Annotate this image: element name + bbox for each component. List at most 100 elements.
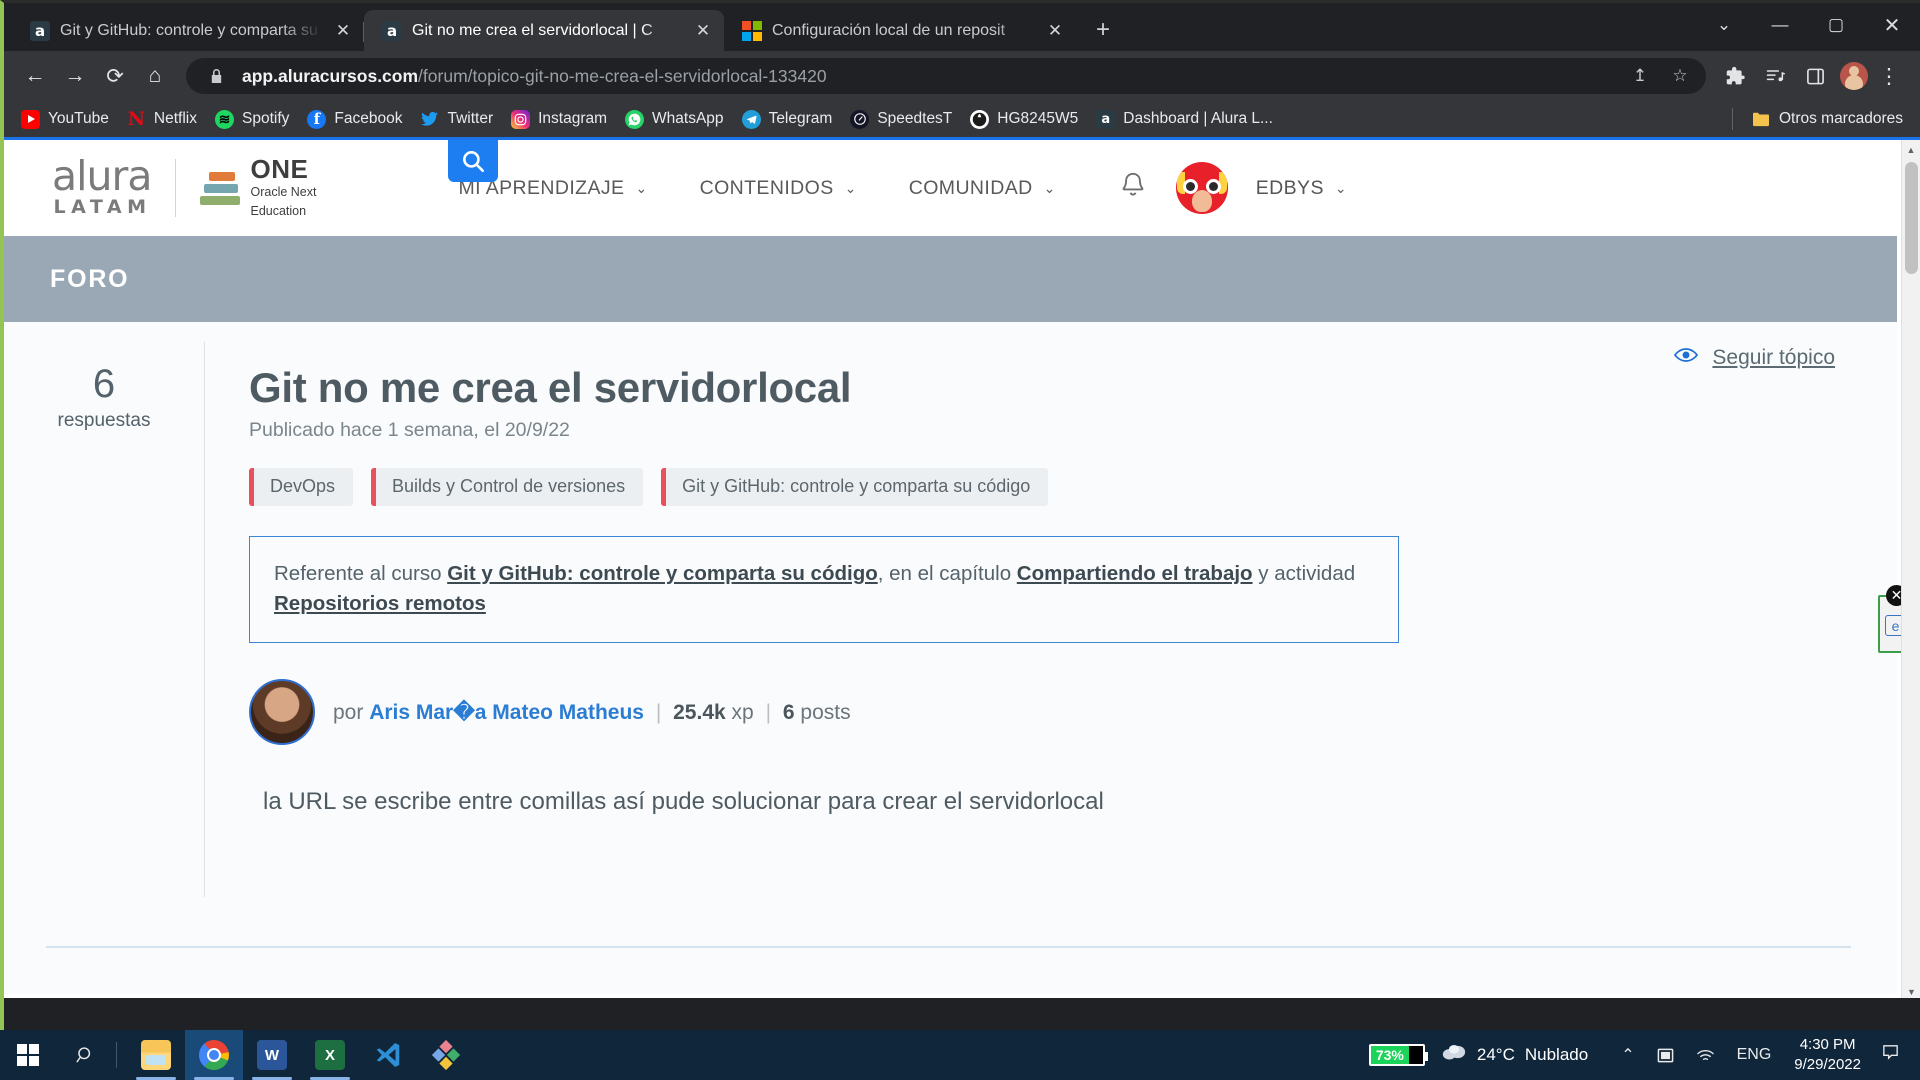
chevron-down-icon: ⌄ [635,179,648,196]
tag-course[interactable]: Git y GitHub: controle y comparta su cód… [661,468,1049,507]
taskbar-app-file-explorer[interactable] [127,1030,185,1080]
clock[interactable]: 4:30 PM 9/29/2022 [1782,1035,1873,1076]
bookmark-netflix[interactable]: N Netflix [118,106,206,133]
excel-icon: X [315,1040,345,1070]
divider [1731,108,1733,130]
language-indicator[interactable]: ENG [1726,1046,1783,1064]
tab-title: Configuración local de un reposit [772,21,1006,39]
nav-comunidad[interactable]: COMUNIDAD ⌄ [909,177,1056,200]
cloud-icon [1441,1042,1467,1068]
scroll-down-arrow[interactable]: ▼ [1902,982,1920,998]
nav-label: COMUNIDAD [908,176,1033,199]
bookmark-router[interactable]: HG8245W5 [961,106,1087,133]
scroll-up-arrow[interactable]: ▲ [1902,140,1920,159]
close-icon[interactable]: ✕ [1044,20,1066,42]
browser-tab-1[interactable]: a Git y GitHub: controle y comparta su c… [12,10,364,51]
other-bookmarks-button[interactable]: Otros marcadores [1743,106,1912,133]
share-icon[interactable]: ↥ [1626,62,1654,90]
follow-topic-label: Seguir tópico [1712,346,1835,369]
start-button[interactable] [0,1044,56,1066]
bookmark-label: Dashboard | Alura L... [1123,110,1273,127]
system-tray: 73% 24°C Nublado ⌃ ENG 4:30 PM 9/29/2022 [1368,1035,1920,1076]
side-panel-icon[interactable] [1796,57,1834,95]
word-icon: W [257,1040,287,1070]
bookmark-youtube[interactable]: YouTube [12,106,118,133]
author-prefix: por [333,700,364,724]
bookmark-label: SpeedtesT [877,110,953,127]
chevron-down-icon: ⌄ [844,179,857,196]
reload-icon[interactable]: ⟳ [96,57,134,95]
reference-course-link[interactable]: Git y GitHub: controle y comparta su cód… [447,562,878,585]
chevron-down-icon[interactable]: ⌄ [1696,3,1752,47]
topic-date: Publicado hace 1 semana, el 20/9/22 [249,419,570,442]
forward-icon[interactable]: → [56,57,94,95]
one-line2: Education [250,204,307,218]
show-hidden-icons-chevron[interactable]: ⌃ [1610,1045,1645,1065]
bookmark-label: Telegram [768,110,833,127]
author-name-link[interactable]: Aris Mar�a Mateo Matheus [369,701,644,724]
taskbar-search-button[interactable] [56,1045,114,1066]
bookmark-twitter[interactable]: Twitter [411,106,502,133]
close-window-button[interactable]: ✕ [1864,3,1920,47]
browser-tab-2[interactable]: a Git no me crea el servidorlocal | C ✕ [364,10,724,51]
netflix-icon: N [127,108,146,130]
browser-menu-icon[interactable]: ⋮ [1870,57,1908,95]
bookmark-facebook[interactable]: f Facebook [298,106,411,133]
close-icon[interactable]: ✕ [692,20,714,42]
home-icon[interactable]: ⌂ [136,57,174,95]
extensions-icon[interactable] [1716,57,1754,95]
bookmark-label: WhatsApp [652,110,724,127]
bookmark-speedtest[interactable]: SpeedtesT [841,106,961,133]
browser-tab-3[interactable]: Configuración local de un reposit ✕ [724,10,1076,51]
avatar[interactable] [249,679,315,746]
chevron-down-icon: ⌄ [1334,179,1347,196]
vertical-scrollbar[interactable]: ▲ ▼ [1901,140,1920,998]
other-bookmarks-label: Otros marcadores [1778,110,1903,127]
reference-mid: , en el capítulo [877,562,1017,586]
taskbar-app-word[interactable]: W [243,1030,301,1080]
weather-widget[interactable]: 24°C Nublado [1441,1042,1588,1068]
bookmark-dashboard-alura[interactable]: a Dashboard | Alura L... [1087,106,1282,133]
logo-subtitle: LATAM [53,195,152,218]
follow-topic-button[interactable]: Seguir tópico [1674,346,1835,370]
bookmarks-bar: YouTube N Netflix ≋ Spotify f Facebook T… [4,101,1920,137]
taskbar-app-other[interactable] [417,1030,475,1080]
topic-title: Git no me crea el servidorlocal [249,364,852,411]
user-menu[interactable]: EDBYS ⌄ [1256,177,1347,200]
bookmark-spotify[interactable]: ≋ Spotify [206,106,298,133]
scrollbar-thumb[interactable] [1905,162,1918,274]
bookmark-instagram[interactable]: Instagram [502,106,616,133]
reading-list-icon[interactable] [1756,57,1794,95]
alura-logo[interactable]: alura LATAM ONE Oracle Next Education [52,156,316,219]
taskbar-app-excel[interactable]: X [301,1030,359,1080]
address-bar[interactable]: app.aluracursos.com/forum/topico-git-no-… [186,58,1706,94]
minimize-button[interactable]: — [1752,3,1808,47]
reference-chapter-link[interactable]: Compartiendo el trabajo [1017,562,1253,585]
header-right: EDBYS ⌄ [1118,162,1347,214]
avatar[interactable] [1175,162,1228,214]
maximize-button[interactable]: ▢ [1808,3,1864,47]
taskbar-app-vscode[interactable] [359,1030,417,1080]
avatar[interactable] [1840,62,1868,90]
bell-icon[interactable] [1118,170,1148,207]
wifi-icon[interactable] [1685,1048,1726,1063]
close-icon[interactable]: ✕ [332,20,354,42]
bookmark-star-icon[interactable]: ☆ [1666,62,1694,90]
page-viewport: alura LATAM ONE Oracle Next Education MI… [4,137,1920,998]
taskbar-app-chrome[interactable] [185,1030,243,1080]
new-tab-button[interactable]: + [1086,13,1120,47]
bookmark-whatsapp[interactable]: WhatsApp [616,106,733,133]
battery-indicator[interactable]: 73% [1368,1044,1428,1066]
notification-icon[interactable] [1873,1043,1912,1068]
nav-contenidos[interactable]: CONTENIDOS ⌄ [700,177,857,200]
tag-builds[interactable]: Builds y Control de versiones [371,468,644,507]
search-button[interactable] [448,140,498,182]
display-icon[interactable] [1646,1047,1685,1064]
topic-main: Git no me crea el servidorlocal Publicad… [249,364,1669,820]
reference-prefix: Referente al curso [274,562,448,586]
back-icon[interactable]: ← [16,57,54,95]
bookmark-telegram[interactable]: Telegram [733,106,842,133]
speedtest-icon [850,109,870,129]
tag-devops[interactable]: DevOps [249,468,354,507]
reference-activity-link[interactable]: Repositorios remotos [274,592,486,615]
